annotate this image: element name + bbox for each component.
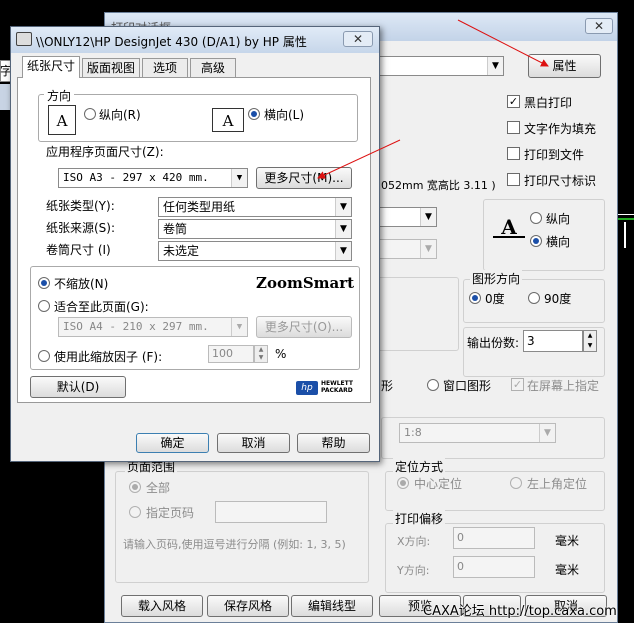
arrow-to-more-sizes bbox=[317, 139, 401, 179]
annotation-arrows bbox=[317, 19, 549, 179]
arrow-to-properties bbox=[457, 19, 549, 67]
tab-paper-size[interactable]: 纸张尺寸 bbox=[22, 56, 80, 78]
